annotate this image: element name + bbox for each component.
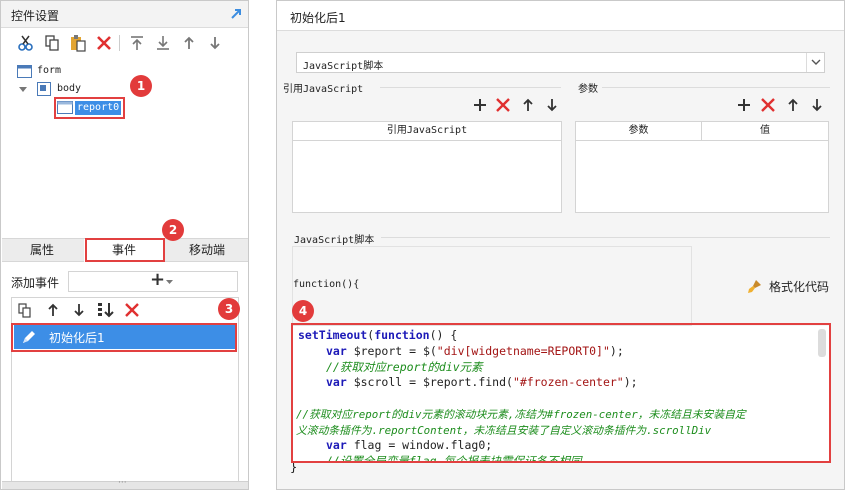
panel-header: 控件设置 — [1, 1, 248, 28]
cut-icon[interactable] — [17, 34, 35, 52]
section-rule — [380, 87, 561, 88]
select-arrow[interactable] — [806, 53, 824, 72]
tree-label-body: body — [57, 83, 82, 94]
remove-icon[interactable] — [761, 98, 775, 112]
move-down-icon[interactable] — [71, 302, 89, 320]
sort-icon[interactable] — [97, 301, 115, 319]
script-type-select[interactable]: JavaScript脚本 — [296, 52, 825, 73]
move-up-icon[interactable] — [786, 98, 800, 112]
move-down-icon[interactable] — [545, 98, 559, 112]
params-table[interactable]: 参数 值 — [575, 121, 829, 213]
ref-js-table[interactable]: 引用JavaScript — [292, 121, 562, 213]
annotation-box-1 — [54, 97, 125, 119]
annotation-badge-1: 1 — [130, 75, 152, 97]
script-type-value: JavaScript脚本 — [303, 61, 384, 72]
tab-mobile[interactable]: 移动端 — [166, 239, 248, 263]
annotation-badge-4: 4 — [292, 300, 314, 322]
move-down-icon[interactable] — [810, 98, 824, 112]
annotation-badge-2: 2 — [162, 219, 184, 241]
move-top-icon[interactable] — [128, 34, 146, 52]
move-up-icon[interactable] — [45, 302, 63, 320]
annotation-badge-3: 3 — [218, 298, 240, 320]
copy-icon[interactable] — [43, 34, 61, 52]
section-rule — [602, 87, 830, 88]
panel-title: 控件设置 — [11, 9, 60, 23]
tree-node-form[interactable]: form — [17, 64, 97, 80]
add-event-label: 添加事件 — [11, 276, 60, 290]
body-icon — [37, 82, 51, 96]
brush-icon — [747, 278, 763, 294]
tree-label-form: form — [37, 65, 62, 76]
tree-node-body[interactable]: body — [19, 82, 119, 98]
annotation-box-2 — [85, 238, 165, 262]
format-code-label: 格式化代码 — [769, 280, 830, 294]
resize-grip[interactable]: ··· — [2, 478, 248, 489]
annotation-box-4 — [291, 323, 831, 463]
format-code-button[interactable]: 格式化代码 — [747, 277, 837, 295]
move-up-icon[interactable] — [180, 34, 198, 52]
grip-dots-icon: ··· — [118, 478, 127, 488]
toolbar-divider — [119, 35, 120, 51]
tab-properties[interactable]: 属性 — [2, 239, 82, 263]
move-bottom-icon[interactable] — [154, 34, 172, 52]
chevron-down-icon — [166, 280, 173, 285]
section-rule — [381, 237, 830, 238]
event-editor-panel: 初始化后1 JavaScript脚本 引用JavaScript 引用JavaSc… — [276, 0, 845, 490]
function-signature: function(){ — [293, 279, 360, 290]
delete-event-icon[interactable] — [124, 302, 142, 320]
paste-icon[interactable] — [69, 34, 87, 52]
move-down-icon[interactable] — [206, 34, 224, 52]
chevron-down-icon — [811, 59, 821, 66]
params-column-name: 参数 — [576, 122, 702, 141]
collapse-arrow-icon[interactable] — [19, 86, 27, 94]
add-icon[interactable] — [737, 98, 751, 112]
expand-icon[interactable] — [229, 7, 243, 21]
script-section-title: JavaScript脚本 — [294, 235, 375, 246]
add-event-dropdown[interactable]: + — [68, 269, 238, 292]
move-up-icon[interactable] — [521, 98, 535, 112]
copy-event-icon[interactable] — [17, 302, 35, 320]
add-icon[interactable] — [473, 98, 487, 112]
editor-header: 初始化后1 — [277, 1, 844, 31]
delete-icon[interactable] — [95, 34, 113, 52]
params-section-title: 参数 — [578, 84, 598, 95]
add-event-plus: + — [150, 269, 166, 290]
remove-icon[interactable] — [496, 98, 510, 112]
editor-title: 初始化后1 — [290, 11, 346, 25]
form-icon — [17, 65, 32, 78]
ref-js-section-title: 引用JavaScript — [283, 84, 364, 95]
ref-js-column-header: 引用JavaScript — [293, 122, 561, 141]
params-column-value: 值 — [702, 122, 828, 141]
annotation-box-3 — [11, 323, 237, 352]
widget-settings-panel: 控件设置 form body report0 1 属性 事件 移动端 2 添加事… — [0, 0, 249, 490]
